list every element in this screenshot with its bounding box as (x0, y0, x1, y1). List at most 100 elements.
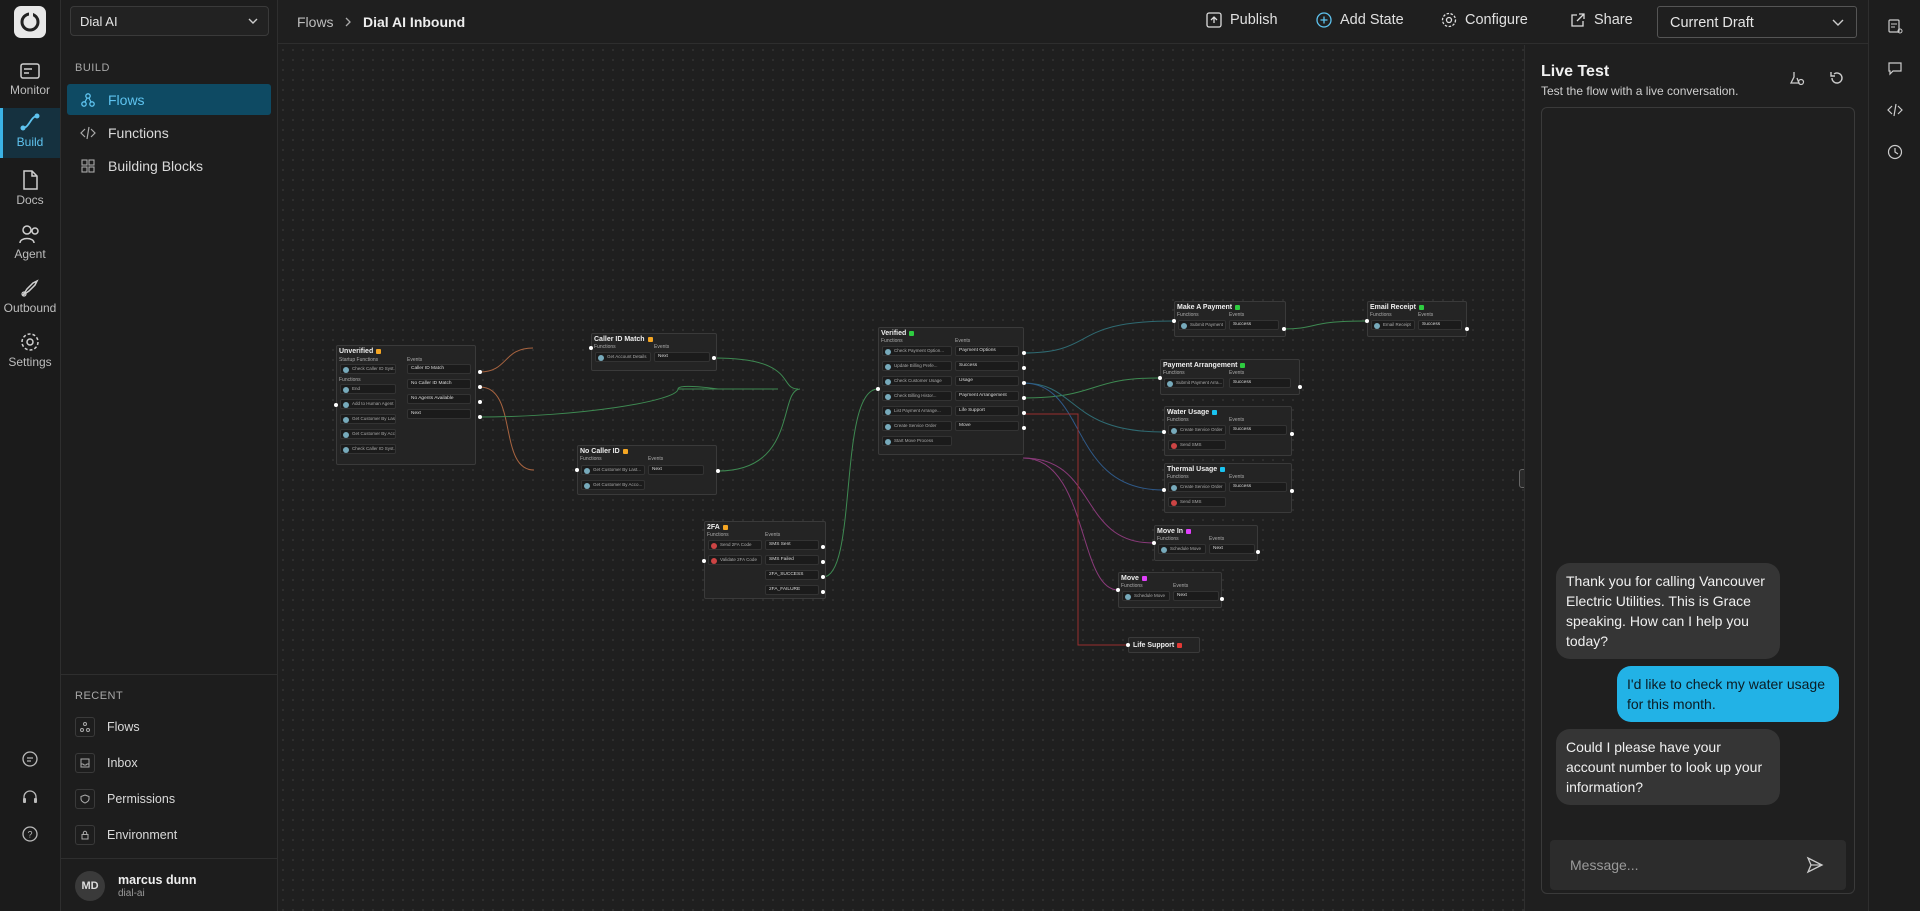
function-item[interactable]: Check Caller ID Syst... (340, 364, 396, 374)
publish-button[interactable]: Publish (1206, 12, 1278, 28)
event-item[interactable]: Usage (955, 376, 1019, 386)
recent-item-flows[interactable]: Flows (75, 715, 140, 739)
recent-item-inbox[interactable]: Inbox (75, 751, 138, 775)
event-item[interactable]: Success (1229, 378, 1291, 388)
event-item[interactable]: Payment Arrangement (955, 391, 1019, 401)
app-logo-icon[interactable] (14, 6, 46, 38)
port-in[interactable] (575, 468, 579, 472)
node-thermal-usage[interactable]: Thermal Usage Functions Create Service O… (1164, 463, 1292, 513)
function-item[interactable]: Check Billing Histor... (882, 391, 952, 401)
rail-settings[interactable]: Settings (0, 328, 60, 378)
function-item[interactable]: Create Service Order (1168, 425, 1226, 435)
event-item[interactable]: Next (1173, 591, 1219, 601)
function-item[interactable]: Send SMS (1168, 440, 1226, 450)
event-item[interactable]: Move (955, 421, 1019, 431)
port-in[interactable] (589, 346, 593, 350)
sidebar-item-building-blocks[interactable]: Building Blocks (67, 150, 271, 181)
port-out[interactable] (1022, 366, 1026, 370)
port-in[interactable] (1365, 319, 1369, 323)
port-out[interactable] (1298, 385, 1302, 389)
event-item[interactable]: No Agents Available (407, 394, 471, 404)
port-out[interactable] (1022, 396, 1026, 400)
port-out[interactable] (1220, 597, 1224, 601)
event-item[interactable]: SMS Failed (765, 555, 819, 565)
add-state-button[interactable]: Add State (1316, 12, 1404, 28)
node-email-receipt[interactable]: Email Receipt Functions Email Receipt Ev… (1367, 301, 1467, 337)
flow-canvas[interactable]: Unverified Startup Functions Check Calle… (278, 45, 1524, 911)
function-item[interactable]: Email Receipt (1371, 320, 1415, 330)
node-2fa[interactable]: 2FA Functions Send 2FA Code Validate 2FA… (704, 521, 826, 599)
port-out[interactable] (478, 400, 482, 404)
headset-icon[interactable] (19, 786, 41, 808)
port-out[interactable] (716, 469, 720, 473)
port-out[interactable] (1465, 327, 1469, 331)
node-verified[interactable]: Verified Functions Check Payment Option.… (878, 327, 1024, 455)
function-item[interactable]: Check Payment Option... (882, 346, 952, 356)
comment-icon[interactable] (1885, 58, 1905, 78)
port-in[interactable] (1162, 430, 1166, 434)
node-no-caller-id[interactable]: No Caller ID Functions Get Customer By L… (577, 445, 717, 495)
port-out[interactable] (478, 370, 482, 374)
node-move[interactable]: Move Functions Schedule Move Events Next (1118, 572, 1222, 608)
history-icon[interactable] (1885, 142, 1905, 162)
message-input[interactable] (1550, 840, 1790, 890)
function-item[interactable]: Schedule Move (1158, 544, 1206, 554)
node-unverified[interactable]: Unverified Startup Functions Check Calle… (336, 345, 476, 465)
event-item[interactable]: Success (1229, 482, 1287, 492)
event-item[interactable]: Success (955, 361, 1019, 371)
port-in[interactable] (1126, 643, 1130, 647)
breadcrumb-parent[interactable]: Flows (297, 14, 334, 30)
port-in[interactable] (1172, 319, 1176, 323)
node-water-usage[interactable]: Water Usage Functions Create Service Ord… (1164, 406, 1292, 456)
port-out[interactable] (821, 590, 825, 594)
port-out[interactable] (821, 575, 825, 579)
function-item[interactable]: Create Service Order (882, 421, 952, 431)
function-item[interactable]: Get Customer By Acco... (340, 429, 396, 439)
port-out[interactable] (1290, 489, 1294, 493)
share-button[interactable]: Share (1570, 12, 1633, 28)
function-item[interactable]: End (340, 384, 396, 394)
rail-build[interactable]: Build (0, 108, 60, 158)
function-item[interactable]: List Payment Arrange... (882, 406, 952, 416)
rail-agent[interactable]: Agent (0, 220, 60, 270)
help-icon[interactable]: ? (19, 823, 41, 845)
event-item[interactable]: Next (1209, 544, 1255, 554)
function-item[interactable]: Send SMS (1168, 497, 1226, 507)
function-item[interactable]: Submit Payment Arra... (1164, 378, 1224, 388)
node-make-a-payment[interactable]: Make A Payment Functions Submit Payment … (1174, 301, 1286, 337)
port-in[interactable] (1116, 588, 1120, 592)
rail-monitor[interactable]: Monitor (0, 58, 60, 108)
sidebar-item-functions[interactable]: Functions (67, 117, 271, 148)
port-out[interactable] (1022, 411, 1026, 415)
event-item[interactable]: No Caller ID Match (407, 379, 471, 389)
send-icon[interactable] (1806, 856, 1824, 879)
function-item[interactable]: Validate 2FA Code (708, 555, 762, 565)
node-move-in[interactable]: Move In Functions Schedule Move Events N… (1154, 525, 1258, 561)
function-item[interactable]: Get Customer By Last... (581, 465, 645, 475)
recent-item-environment[interactable]: Environment (75, 823, 177, 847)
reset-icon[interactable] (1829, 70, 1845, 91)
port-in[interactable] (1152, 541, 1156, 545)
rail-outbound[interactable]: Outbound (0, 274, 60, 324)
function-item[interactable]: Send 2FA Code (708, 540, 762, 550)
user-profile[interactable]: MD marcus dunn dial-ai (61, 858, 278, 911)
function-item[interactable]: Check Customer Usage (882, 376, 952, 386)
function-item[interactable]: Schedule Move (1122, 591, 1170, 601)
event-item[interactable]: Success (1229, 320, 1279, 330)
port-out[interactable] (1290, 432, 1294, 436)
node-caller-id-match[interactable]: Caller ID Match Functions Get Account De… (591, 333, 717, 371)
rail-docs[interactable]: Docs (0, 166, 60, 216)
function-item[interactable]: Get Customer By Acco... (581, 480, 645, 490)
node-life-support[interactable]: Life Support (1128, 637, 1200, 653)
event-item[interactable]: Next (654, 352, 710, 362)
sidebar-item-flows[interactable]: Flows (67, 84, 271, 115)
chat-support-icon[interactable] (19, 748, 41, 770)
port-out[interactable] (821, 545, 825, 549)
event-item[interactable]: Success (1229, 425, 1287, 435)
port-out[interactable] (1022, 381, 1026, 385)
test-chat-icon[interactable] (1885, 16, 1905, 36)
draft-selector[interactable]: Current Draft (1657, 6, 1857, 38)
port-out[interactable] (1022, 351, 1026, 355)
event-item[interactable]: Life Support (955, 406, 1019, 416)
port-out[interactable] (1282, 327, 1286, 331)
